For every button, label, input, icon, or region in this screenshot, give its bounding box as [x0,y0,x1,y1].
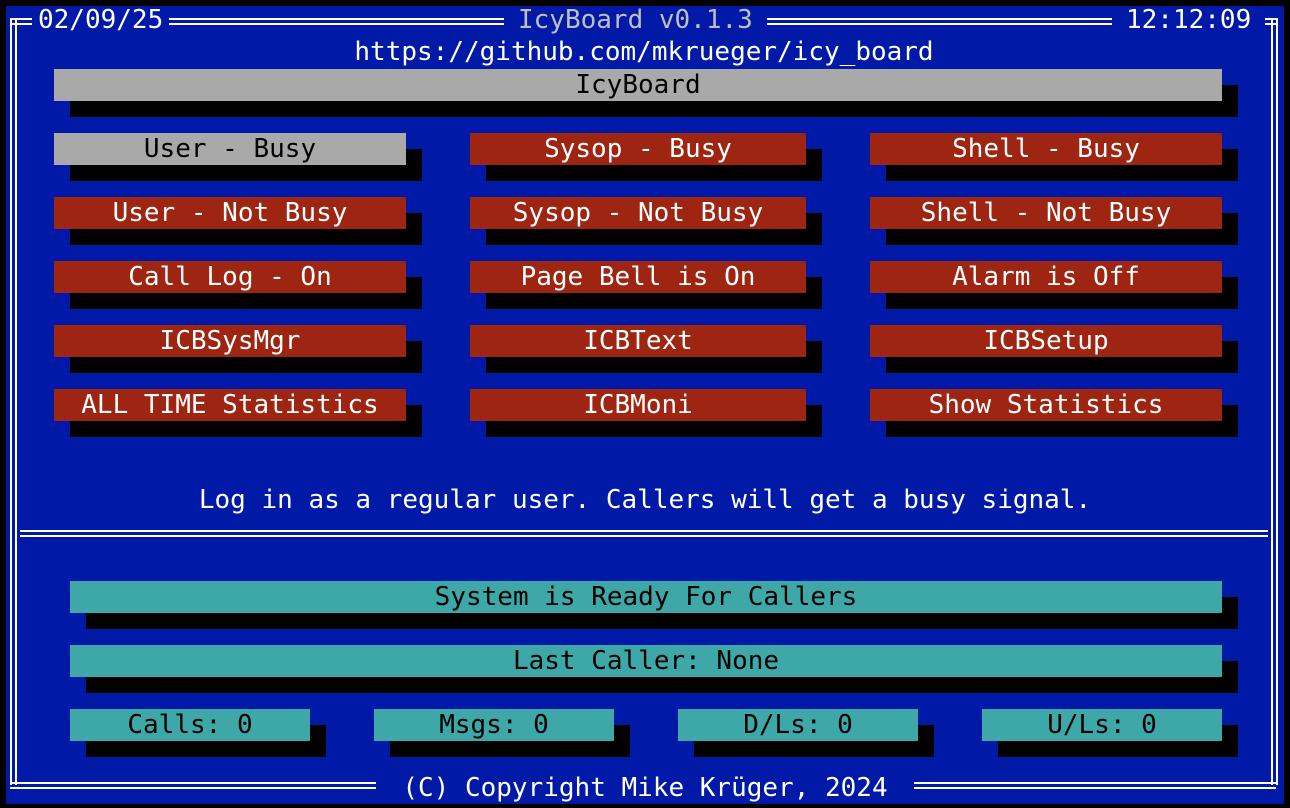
page-bell-toggle[interactable]: Page Bell is On [470,261,806,293]
terminal-screen: 02/09/25 IcyBoard v0.1.3 12:12:09 https:… [6,6,1284,804]
user-busy-button[interactable]: User - Busy [54,133,406,165]
copyright-footer: (C) Copyright Mike Krüger, 2024 [376,772,914,804]
show-statistics-button[interactable]: Show Statistics [870,389,1222,421]
header-app-title: IcyBoard v0.1.3 [504,6,767,36]
border-right [1271,18,1278,785]
help-text: Log in as a regular user. Callers will g… [198,485,1092,515]
border-left [10,18,17,785]
header-url: https://github.com/mkrueger/icy_board [332,36,956,68]
msgs-counter: Msgs: 0 [374,709,614,741]
alarm-toggle[interactable]: Alarm is Off [870,261,1222,293]
call-log-toggle[interactable]: Call Log - On [54,261,406,293]
system-status-bar: System is Ready For Callers [70,581,1222,613]
icbmoni-button[interactable]: ICBMoni [470,389,806,421]
divider [20,530,1268,537]
downloads-counter: D/Ls: 0 [678,709,918,741]
calls-counter: Calls: 0 [70,709,310,741]
last-caller-bar: Last Caller: None [70,645,1222,677]
all-time-statistics-button[interactable]: ALL TIME Statistics [54,389,406,421]
icbsetup-button[interactable]: ICBSetup [870,325,1222,357]
header-time: 12:12:09 [1112,6,1266,36]
icbsysmgr-button[interactable]: ICBSysMgr [54,325,406,357]
uploads-counter: U/Ls: 0 [982,709,1222,741]
sysop-not-busy-button[interactable]: Sysop - Not Busy [470,197,806,229]
icbtext-button[interactable]: ICBText [470,325,806,357]
header-date: 02/09/25 [32,6,170,36]
shell-busy-button[interactable]: Shell - Busy [870,133,1222,165]
shell-not-busy-button[interactable]: Shell - Not Busy [870,197,1222,229]
sysop-busy-button[interactable]: Sysop - Busy [470,133,806,165]
title-bar: IcyBoard [54,69,1222,101]
user-not-busy-button[interactable]: User - Not Busy [54,197,406,229]
